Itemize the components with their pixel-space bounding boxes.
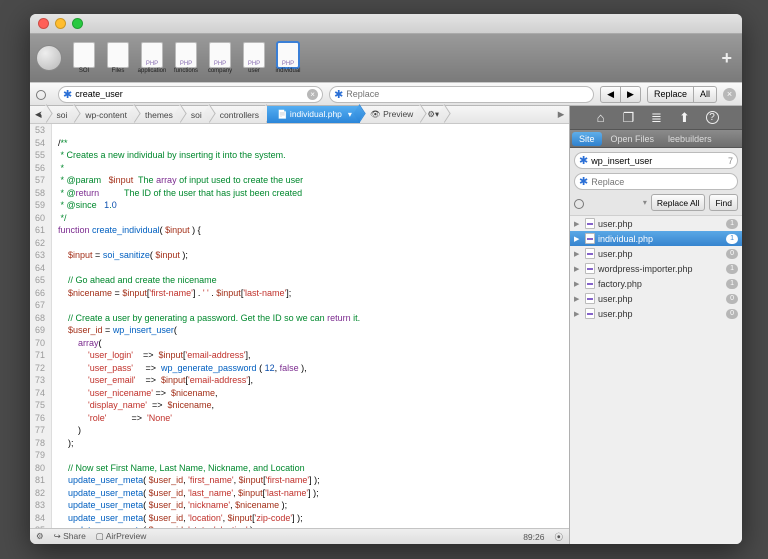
sidebar-replace-input[interactable] [591,177,733,187]
code-editor[interactable]: 53 54 55 56 57 58 59 60 61 62 63 64 65 6… [30,124,569,528]
file-row[interactable]: ▶wordpress-importer.php1 [570,261,742,276]
crumb-Preview[interactable]: 👁 Preview [360,106,421,123]
crumb-soi[interactable]: soi [47,106,76,123]
sidebar-find-count: 7 [728,156,733,166]
window-titlebar [30,14,742,34]
status-bar: ⚙ ↪ Share ▢ AirPreview 89:26 ⦿ [30,528,569,544]
shelf-tab-application[interactable]: PHPapplication [136,38,168,78]
search-icon[interactable] [574,196,588,210]
breadcrumb: ◀ soiwp-contentthemessoicontrollers📄 ind… [30,106,569,124]
sidebar-iconbar: ⌂ ❐ ≣ ⬆ ? [570,106,742,130]
replace-input[interactable] [346,89,589,99]
find-field[interactable]: ✱ × [58,86,323,103]
next-match-button[interactable]: ▶ [621,86,641,103]
globe-icon[interactable] [36,45,62,71]
file-results-list: ▶user.php1▶individual.php1▶user.php0▶wor… [570,216,742,544]
crumb-themes[interactable]: themes [135,106,181,123]
shelf-tab-individual[interactable]: PHPindividual [272,38,304,78]
breadcrumb-back[interactable]: ◀ [30,106,47,123]
document-tab-shelf: SOIFilesPHPapplicationPHPfunctionsPHPcom… [30,34,742,82]
shelf-tab-files[interactable]: Files [102,38,134,78]
close-search-icon[interactable]: × [723,88,736,101]
shelf-tab-company[interactable]: PHPcompany [204,38,236,78]
find-button[interactable]: Find [709,194,738,211]
crumb-individual-php[interactable]: 📄 individual.php ▾ [267,106,360,123]
breadcrumb-forward[interactable]: ▶ [553,109,569,120]
file-row[interactable]: ▶individual.php1 [570,231,742,246]
sidebar-find-input[interactable] [591,156,728,166]
tab-leebuilders[interactable]: leebuilders [661,130,719,147]
file-row[interactable]: ▶user.php1 [570,216,742,231]
find-replace-bar: ✱ × ✱ ◀ ▶ Replace All × [30,82,742,106]
gear-icon[interactable]: ⚙ [36,531,44,542]
share-button[interactable]: ↪ Share [54,531,86,542]
list-icon[interactable]: ≣ [650,111,664,125]
star-icon: ✱ [334,88,343,101]
sidebar-search: ✱ 7 ✱ ▾ Replace All Find [570,148,742,216]
shelf-tab-functions[interactable]: PHPfunctions [170,38,202,78]
tab-open-files[interactable]: Open Files [604,130,662,147]
nav-group: ◀ ▶ [600,86,641,103]
line-gutter: 53 54 55 56 57 58 59 60 61 62 63 64 65 6… [30,124,52,528]
file-row[interactable]: ▶user.php0 [570,306,742,321]
star-icon: ✱ [579,175,588,188]
sidebar-replace-field[interactable]: ✱ [574,173,738,190]
copy-icon[interactable]: ❐ [622,111,636,125]
replace-all-button[interactable]: All [694,86,717,103]
status-indicator: ⦿ [554,531,563,543]
shelf-tab-user[interactable]: PHPuser [238,38,270,78]
replace-all-button[interactable]: Replace All [651,194,706,211]
file-row[interactable]: ▶user.php0 [570,291,742,306]
file-row[interactable]: ▶factory.php1 [570,276,742,291]
crumb-controllers[interactable]: controllers [210,106,267,123]
window-close-button[interactable] [38,18,49,29]
replace-field[interactable]: ✱ [329,86,594,103]
tab-site[interactable]: Site [572,132,602,146]
prev-match-button[interactable]: ◀ [600,86,621,103]
star-icon: ✱ [579,154,588,167]
airpreview-button[interactable]: ▢ AirPreview [96,531,147,542]
clear-find-icon[interactable]: × [307,89,318,100]
shelf-tab-soi[interactable]: SOI [68,38,100,78]
crumb-wp-content[interactable]: wp-content [75,106,135,123]
sidebar-tabs: Site Open Files leebuilders [570,130,742,148]
file-row[interactable]: ▶user.php0 [570,246,742,261]
search-icon[interactable] [36,87,50,101]
replace-button[interactable]: Replace [647,86,694,103]
upload-icon[interactable]: ⬆ [678,111,692,125]
cursor-position: 89:26 [523,532,544,542]
crumb-soi[interactable]: soi [181,106,210,123]
sidebar-find-field[interactable]: ✱ 7 [574,152,738,169]
help-icon[interactable]: ? [706,111,719,124]
add-tab-button[interactable]: + [721,48,732,69]
star-icon: ✱ [63,88,72,101]
find-input[interactable] [75,89,307,99]
breadcrumb-settings[interactable]: ⚙▾ [421,106,445,123]
home-icon[interactable]: ⌂ [594,111,608,125]
window-minimize-button[interactable] [55,18,66,29]
window-zoom-button[interactable] [72,18,83,29]
